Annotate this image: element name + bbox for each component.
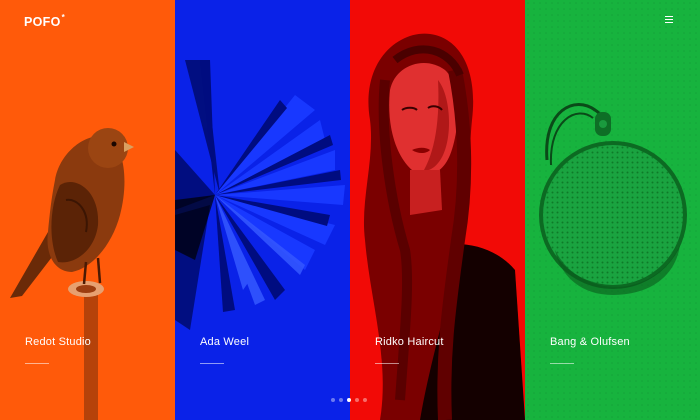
pagination-dot-3[interactable]: [347, 398, 351, 402]
site-logo[interactable]: POFO*: [24, 13, 66, 30]
bird-image: [10, 128, 134, 420]
paper-burst-image: [175, 60, 345, 330]
panel-title-underline: [25, 363, 49, 364]
panel-title-underline: [550, 363, 574, 364]
pagination-dot-5[interactable]: [363, 398, 367, 402]
logo-mark: *: [61, 13, 66, 22]
logo-text: POFO: [24, 15, 61, 30]
round-speaker-image: [525, 0, 700, 420]
panel-title: Ada Weel: [200, 336, 250, 348]
portfolio-panel-ridko-haircut[interactable]: Ridko Haircut: [350, 0, 525, 420]
panel-title-underline: [200, 363, 224, 364]
panel-title-underline: [375, 363, 399, 364]
portfolio-panel-ada-weel[interactable]: Ada Weel: [175, 0, 350, 420]
pagination-dot-4[interactable]: [355, 398, 359, 402]
pagination-dot-1[interactable]: [331, 398, 335, 402]
panel-title: Ridko Haircut: [375, 336, 444, 348]
portfolio-slider: Redot Studio Ada Weel Ridko Haircut Bang…: [0, 0, 700, 420]
woman-portrait-image: [363, 33, 525, 420]
hamburger-menu-icon[interactable]: [665, 16, 673, 23]
portfolio-panel-redot-studio[interactable]: Redot Studio: [0, 0, 175, 420]
pagination-dot-2[interactable]: [339, 398, 343, 402]
portfolio-panel-bang-olufsen[interactable]: Bang & Olufsen: [525, 0, 700, 420]
panel-title: Bang & Olufsen: [550, 336, 630, 348]
slider-pagination: [331, 398, 367, 402]
panel-title: Redot Studio: [25, 336, 91, 348]
